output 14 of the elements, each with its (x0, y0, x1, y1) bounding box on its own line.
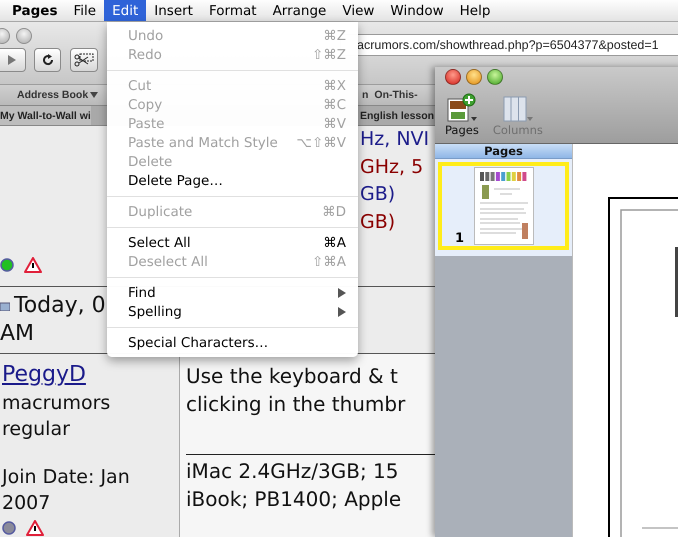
page-number: 1 (455, 231, 464, 246)
spec-text: GB) (360, 182, 396, 207)
user-title: macrumors regular (2, 391, 112, 442)
join-date: Join Date: Jan 2007 (2, 465, 131, 516)
spec-text: GB) (360, 210, 396, 234)
signature-text: iBook; PB1400; Apple (186, 486, 402, 513)
message-text: clicking in the thumbr (186, 391, 406, 418)
spec-text: Hz, NVI (360, 127, 430, 152)
sidebar-header: Pages (435, 144, 572, 159)
post-date: Today, 0 (14, 292, 106, 320)
signature-text: iMac 2.4GHz/3GB; 15 (186, 458, 398, 485)
message-text: Use the keyboard & t (186, 363, 398, 390)
spec-text: GHz, 5 (360, 154, 424, 180)
post-time: AM (0, 320, 34, 348)
